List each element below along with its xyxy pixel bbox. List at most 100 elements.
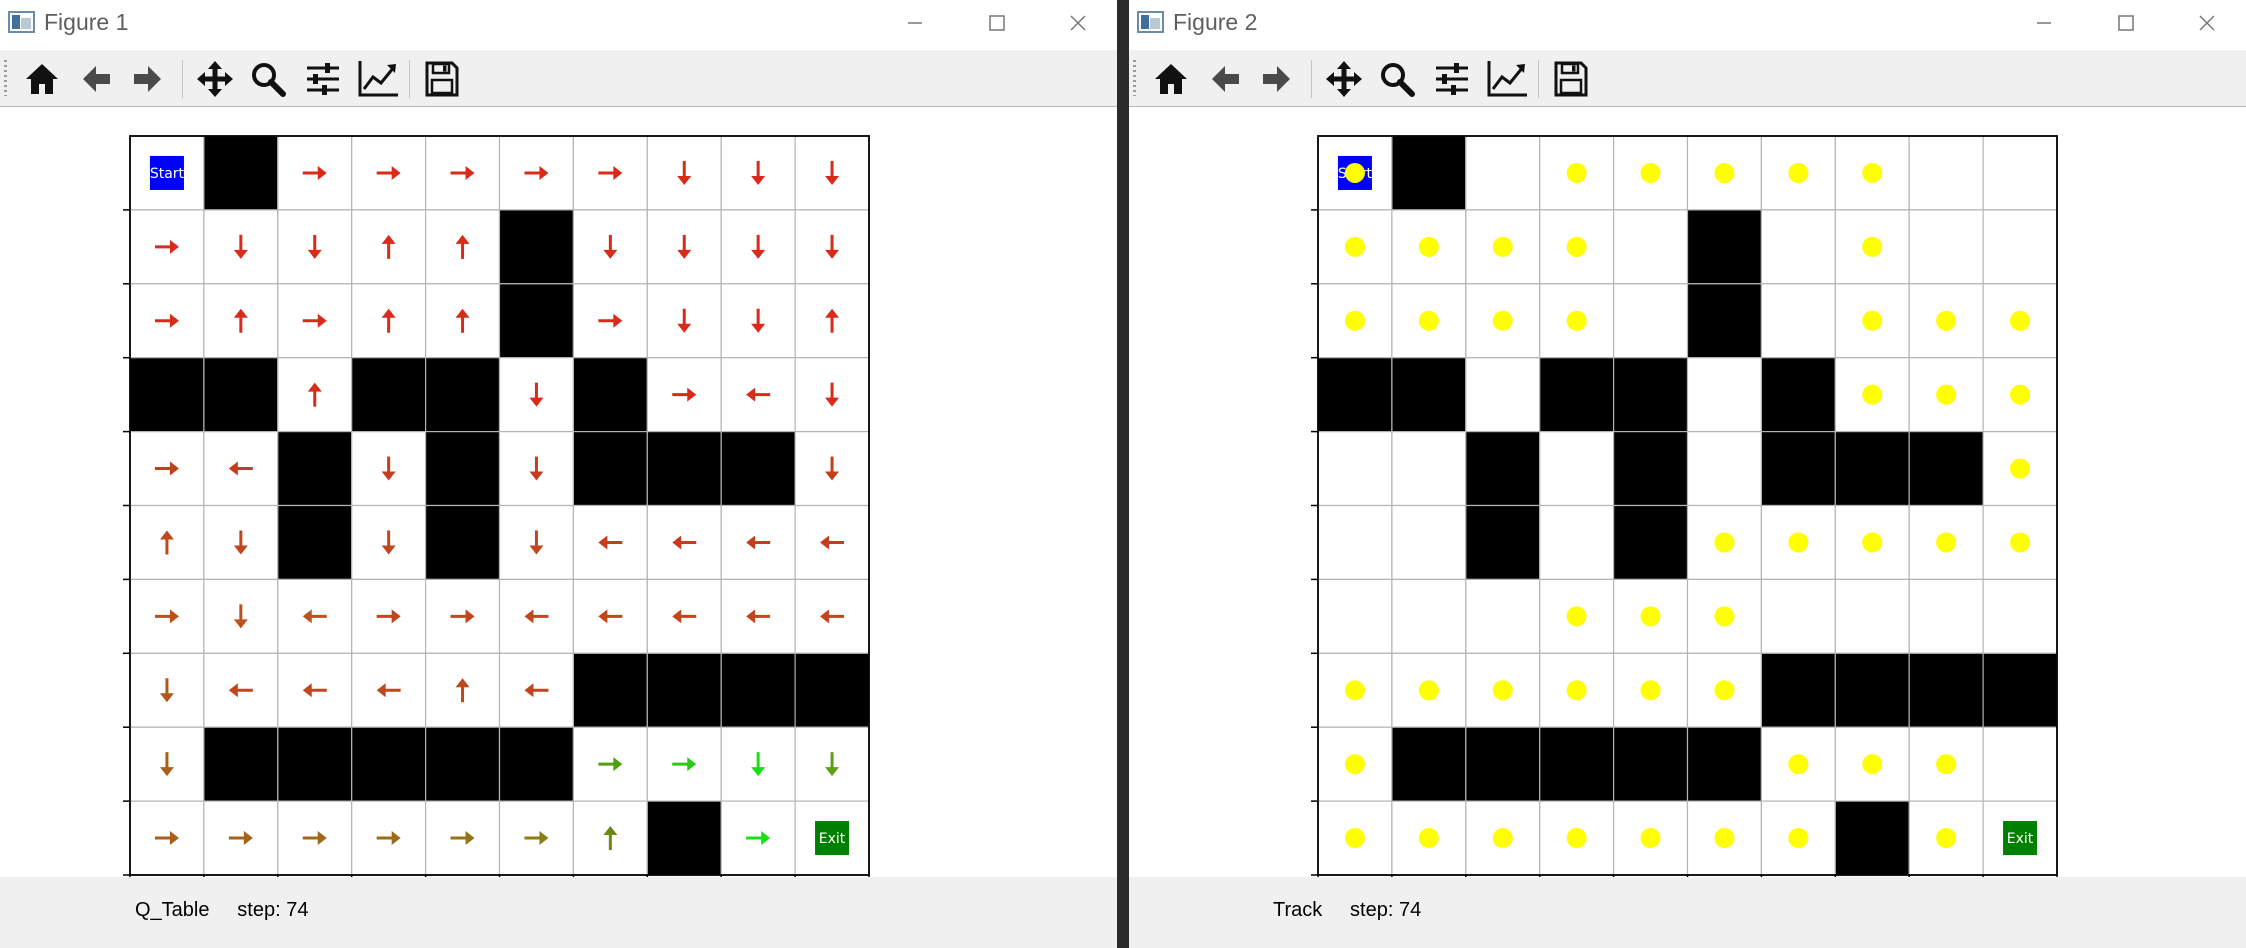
track-dot bbox=[1418, 680, 1439, 701]
grid-cell bbox=[1317, 431, 1393, 507]
track-dot bbox=[1344, 236, 1365, 257]
back-button[interactable] bbox=[74, 58, 118, 100]
grid-cell bbox=[1391, 578, 1467, 654]
pan-button[interactable] bbox=[193, 58, 237, 100]
track-dot bbox=[1788, 162, 1809, 183]
toolbar-grip[interactable] bbox=[4, 60, 7, 96]
zoom-button[interactable] bbox=[246, 58, 290, 100]
grid-cell bbox=[1539, 431, 1615, 507]
save-button[interactable] bbox=[1549, 58, 1593, 100]
minimize-icon[interactable] bbox=[900, 8, 930, 38]
grid-cell bbox=[1539, 504, 1615, 581]
grid-cell bbox=[1391, 431, 1467, 507]
wall-cell bbox=[1613, 431, 1689, 507]
maximize-icon[interactable] bbox=[982, 8, 1012, 38]
configure-subplots-button[interactable] bbox=[1430, 58, 1474, 100]
track-dot bbox=[1566, 680, 1587, 701]
title-bar[interactable]: Figure 2 bbox=[1129, 0, 2246, 46]
track-dot bbox=[1640, 828, 1661, 849]
track-dot bbox=[2010, 310, 2031, 331]
minimize-icon[interactable] bbox=[2029, 8, 2059, 38]
back-arrow-icon bbox=[83, 66, 110, 92]
wall-cell bbox=[425, 431, 501, 507]
configure-subplots-button[interactable] bbox=[301, 58, 345, 100]
track-dot bbox=[1788, 828, 1809, 849]
forward-arrow-icon bbox=[1263, 66, 1290, 92]
save-button[interactable] bbox=[420, 58, 464, 100]
wall-cell bbox=[1465, 431, 1541, 507]
save-icon bbox=[425, 61, 459, 97]
grid-cell bbox=[1834, 578, 1910, 654]
grid-cell bbox=[1317, 578, 1393, 654]
wall-cell bbox=[1686, 209, 1763, 285]
pan-icon bbox=[1326, 61, 1362, 97]
track-dot bbox=[1344, 680, 1365, 701]
wall-cell bbox=[129, 357, 205, 433]
track-dot bbox=[1788, 532, 1809, 553]
track-dot bbox=[1418, 310, 1439, 331]
grid-cell bbox=[1465, 135, 1541, 211]
app-icon bbox=[8, 11, 35, 33]
wall-cell bbox=[1760, 431, 1836, 507]
zoom-button[interactable] bbox=[1375, 58, 1419, 100]
wall-cell bbox=[1686, 726, 1763, 802]
track-dot bbox=[1714, 828, 1735, 849]
plot-canvas[interactable]: StartExit bbox=[0, 107, 1117, 882]
plot-canvas[interactable]: StartExit bbox=[1129, 107, 2246, 882]
grid-cell bbox=[1982, 726, 2058, 802]
track-dot bbox=[1344, 828, 1365, 849]
grid-cell bbox=[1686, 357, 1763, 433]
track-dot bbox=[1936, 310, 1957, 331]
grid-cell bbox=[1465, 357, 1541, 433]
forward-arrow-icon bbox=[134, 66, 161, 92]
status-bar: Track step: 74 bbox=[1129, 877, 2246, 948]
edit-axis-button[interactable] bbox=[1485, 58, 1529, 100]
grid-cell bbox=[1465, 578, 1541, 654]
home-button[interactable] bbox=[1149, 58, 1193, 100]
track-dot bbox=[1862, 754, 1883, 775]
start-label: Start bbox=[150, 166, 185, 182]
forward-button[interactable] bbox=[1255, 58, 1299, 100]
grid-cell bbox=[1686, 431, 1763, 507]
wall-cell bbox=[1613, 504, 1689, 581]
wall-cell bbox=[425, 504, 501, 581]
maximize-icon[interactable] bbox=[2111, 8, 2141, 38]
track-dot bbox=[1714, 532, 1735, 553]
edit-axis-button[interactable] bbox=[356, 58, 400, 100]
wall-cell bbox=[351, 357, 427, 433]
figure1-window: Figure 1 Start Exit Q_Table step: 74 bbox=[0, 0, 1117, 948]
track-dot bbox=[1714, 680, 1735, 701]
wall-cell bbox=[1982, 652, 2058, 728]
wall-cell bbox=[572, 431, 648, 507]
track-dot bbox=[1492, 680, 1513, 701]
grid-cell bbox=[1908, 209, 1984, 285]
grid-cell bbox=[1317, 504, 1393, 581]
track-dot bbox=[1788, 754, 1809, 775]
track-dot bbox=[1566, 310, 1587, 331]
track-dot bbox=[2010, 384, 2031, 405]
grid-cell bbox=[1908, 135, 1984, 211]
track-dot bbox=[1640, 162, 1661, 183]
window-title: Figure 1 bbox=[44, 9, 129, 35]
pan-button[interactable] bbox=[1322, 58, 1366, 100]
status-message: Track step: 74 bbox=[1273, 899, 1422, 921]
close-icon[interactable] bbox=[1063, 8, 1093, 38]
wall-cell bbox=[1539, 357, 1615, 433]
track-dot bbox=[1714, 606, 1735, 627]
q-table-grid: Start Exit bbox=[123, 135, 870, 882]
track-dot bbox=[1492, 310, 1513, 331]
wall-cell bbox=[1391, 135, 1467, 211]
track-dot bbox=[1566, 236, 1587, 257]
wall-cell bbox=[794, 652, 870, 728]
forward-button[interactable] bbox=[126, 58, 170, 100]
close-icon[interactable] bbox=[2192, 8, 2222, 38]
grid-cell bbox=[1760, 578, 1836, 654]
title-bar[interactable]: Figure 1 bbox=[0, 0, 1117, 46]
track-grid: StartExit bbox=[1311, 135, 2058, 882]
back-button[interactable] bbox=[1203, 58, 1247, 100]
toolbar-grip[interactable] bbox=[1133, 60, 1136, 96]
wall-cell bbox=[1686, 283, 1763, 359]
home-button[interactable] bbox=[20, 58, 64, 100]
track-dot bbox=[2010, 532, 2031, 553]
wall-cell bbox=[1613, 726, 1689, 802]
